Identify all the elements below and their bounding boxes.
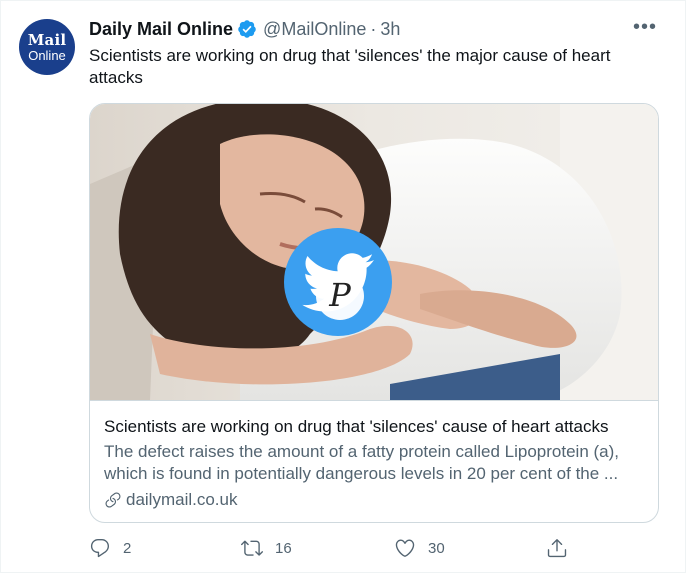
separator-dot: · — [370, 18, 377, 39]
watermark-letter: P — [328, 276, 351, 314]
twitter-bird-watermark-icon: P — [284, 228, 392, 336]
like-button[interactable]: 30 — [394, 534, 445, 562]
heart-icon — [395, 539, 415, 557]
tweet-header: Daily Mail Online @MailOnline · 3h — [89, 15, 400, 43]
card-title: Scientists are working on drug that 'sil… — [104, 417, 609, 436]
share-icon — [547, 539, 567, 558]
link-icon — [105, 492, 121, 508]
verified-badge-icon — [237, 19, 257, 39]
share-button[interactable] — [546, 534, 568, 562]
card-image[interactable]: P — [90, 104, 658, 401]
card-meta: Scientists are working on drug that 'sil… — [90, 402, 658, 522]
more-options-icon[interactable]: ••• — [633, 17, 657, 37]
reply-count: 2 — [123, 539, 132, 557]
avatar-logo-line1: Mail — [27, 30, 67, 49]
like-count: 30 — [428, 539, 445, 557]
tweet-actions: 2 16 30 — [89, 534, 569, 562]
card-description: The defect raises the amount of a fatty … — [104, 442, 620, 483]
card-domain-text[interactable]: dailymail.co.uk — [126, 489, 238, 511]
retweet-button[interactable]: 16 — [241, 534, 292, 562]
card-domain: dailymail.co.uk — [104, 489, 644, 511]
avatar[interactable]: Mail Online — [19, 19, 75, 75]
link-card[interactable]: P Scientists are working on drug that 's… — [89, 103, 659, 523]
tweet-timestamp[interactable]: 3h — [380, 19, 400, 40]
reply-icon — [90, 539, 110, 558]
tweet[interactable]: Mail Online Daily Mail Online @MailOnlin… — [0, 0, 686, 573]
tweet-text: Scientists are working on drug that 'sil… — [89, 46, 611, 87]
avatar-logo-line2: Online — [28, 47, 66, 63]
author-handle[interactable]: @MailOnline — [263, 19, 366, 40]
author-name[interactable]: Daily Mail Online — [89, 19, 233, 40]
retweet-icon — [241, 540, 263, 556]
reply-button[interactable]: 2 — [89, 534, 131, 562]
retweet-count: 16 — [275, 539, 292, 557]
